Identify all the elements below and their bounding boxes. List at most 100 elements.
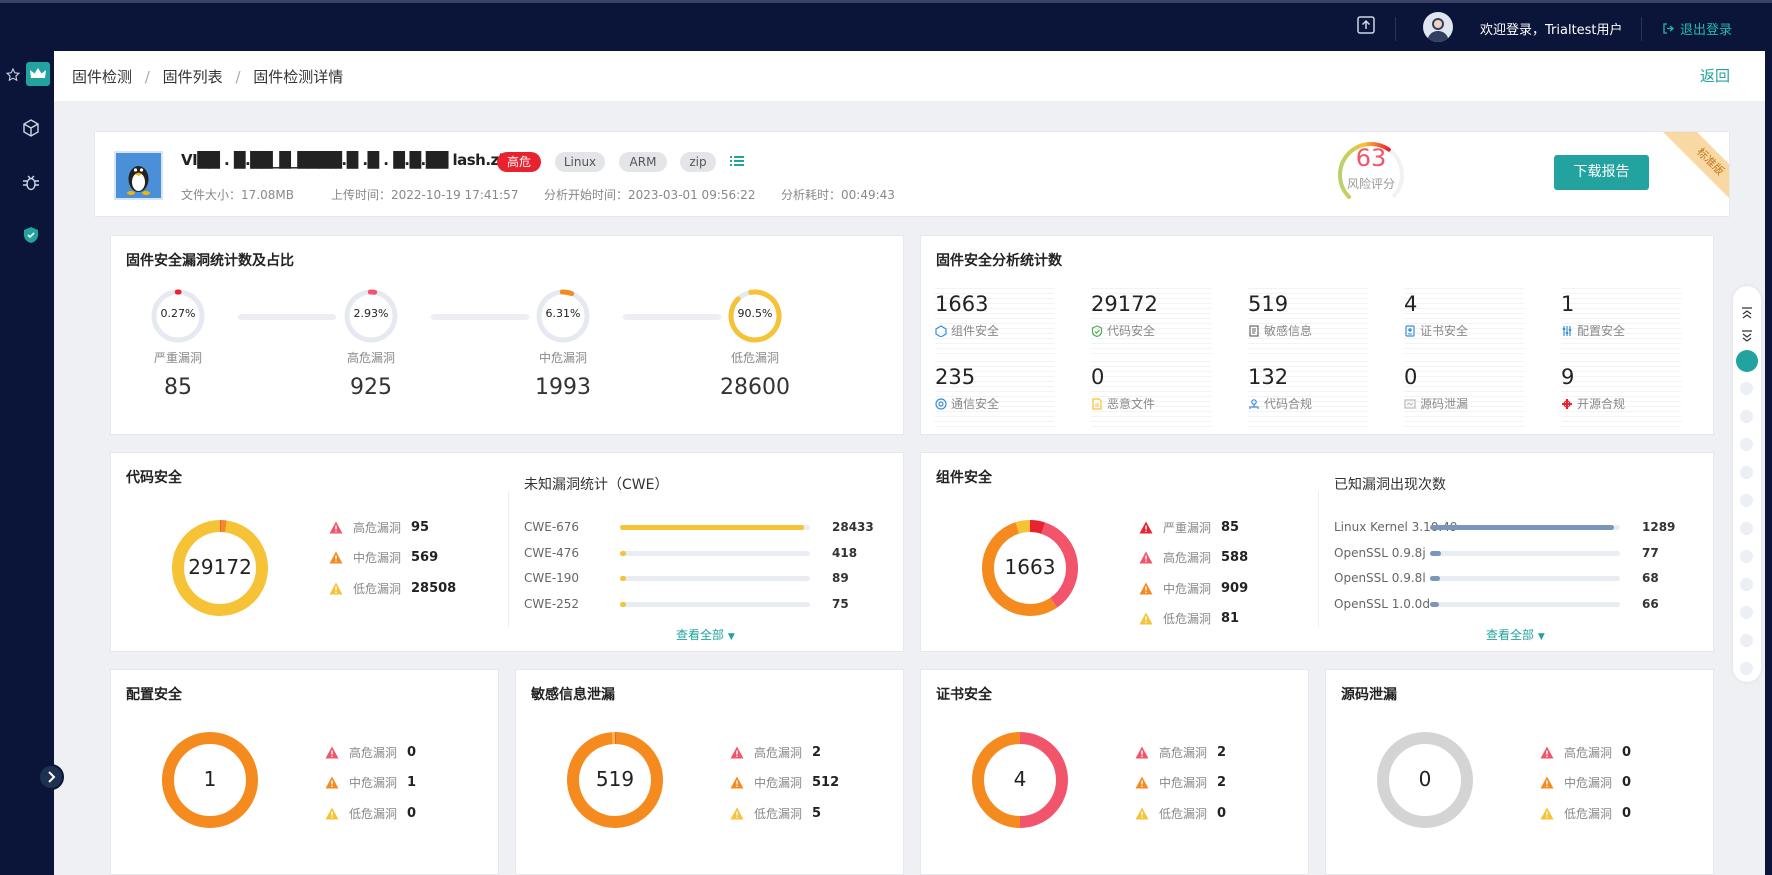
quick-nav-dot[interactable] <box>1740 410 1753 423</box>
quick-nav-panel <box>1733 286 1761 682</box>
quick-nav-dot[interactable] <box>1740 494 1753 507</box>
download-report-button[interactable]: 下载报告 <box>1554 155 1649 190</box>
stat-cell[interactable]: 1663 组件安全 <box>935 284 1055 354</box>
warning-triangle-icon <box>1135 746 1149 758</box>
quick-nav-dot[interactable] <box>1740 438 1753 451</box>
stat-cell[interactable]: 29172 代码安全 <box>1091 284 1211 354</box>
bar-track <box>1430 601 1620 607</box>
severity-value: 0 <box>1622 805 1632 821</box>
bar-value: 68 <box>1642 571 1659 585</box>
sensitive-info-title: 敏感信息泄漏 <box>531 687 615 703</box>
donut-total: 1 <box>203 767 217 791</box>
component-view-all-link[interactable]: 查看全部 ▼ <box>1486 626 1545 643</box>
back-link[interactable]: 返回 <box>1700 65 1730 86</box>
stat-cell[interactable]: 0 源码泄漏 <box>1404 357 1524 427</box>
severity-value: 909 <box>1221 580 1249 596</box>
bar-track <box>1430 525 1620 530</box>
cube-icon[interactable] <box>21 118 41 138</box>
bug-icon[interactable] <box>21 172 41 192</box>
quick-nav-dot[interactable] <box>1740 466 1753 479</box>
bar-value: 28433 <box>832 520 874 534</box>
severity-row: 低危漏洞 5 <box>730 803 821 823</box>
severity-value: 2 <box>1217 744 1227 760</box>
upload-icon[interactable] <box>1356 15 1376 35</box>
bar-track <box>1430 576 1620 581</box>
severity-value: 28508 <box>411 580 457 596</box>
bar-row: OpenSSL 0.9.8j 77 <box>1334 543 1704 563</box>
vuln-stats-card: 固件安全漏洞统计数及占比 0.27% 严重漏洞 85 2.93% 高危漏洞 925 6.31… <box>110 235 904 435</box>
stat-cell[interactable]: 0 恶意文件 <box>1091 357 1211 427</box>
stat-cell[interactable]: 9 开源合规 <box>1561 357 1681 427</box>
stat-label: 配置安全 <box>1561 322 1625 339</box>
warning-triangle-icon <box>329 551 343 564</box>
quick-nav-dot[interactable] <box>1740 634 1753 647</box>
breadcrumb-separator: / <box>235 68 241 86</box>
malicious-file-icon <box>1092 398 1102 410</box>
stat-label-text: 代码合规 <box>1264 397 1313 411</box>
quick-nav-dot[interactable] <box>1740 522 1753 535</box>
top-bar: 欢迎登录，Trialtest用户 退出登录 <box>0 0 1772 51</box>
stat-label: 通信安全 <box>935 395 999 412</box>
bar-fill <box>620 576 626 581</box>
bar-value: 418 <box>832 545 858 560</box>
severity-label: 中危漏洞 <box>353 551 402 565</box>
bar-row: CWE-252 75 <box>524 594 894 614</box>
severity-row: 高危漏洞 0 <box>325 742 416 762</box>
severity-label: 低危漏洞 <box>1564 806 1613 821</box>
severity-label: 中危漏洞 <box>1564 776 1613 790</box>
expand-icon[interactable] <box>38 764 64 790</box>
quick-nav-dot[interactable] <box>1736 350 1758 372</box>
breadcrumb-separator: / <box>144 68 150 86</box>
donut-total: 29172 <box>188 555 252 579</box>
quick-nav-dot[interactable] <box>1740 550 1753 563</box>
quick-nav-dot[interactable] <box>1740 382 1753 395</box>
stat-cell[interactable]: 1 配置安全 <box>1561 284 1681 354</box>
severity-row: 高危漏洞 95 <box>329 517 429 537</box>
star-icon[interactable] <box>6 68 20 82</box>
crown-logo-icon[interactable] <box>26 62 50 86</box>
bar-value: 66 <box>1642 596 1659 611</box>
stat-cell[interactable]: 519 敏感信息 <box>1248 284 1368 354</box>
quick-nav-dot[interactable] <box>1740 606 1753 619</box>
warning-triangle-icon <box>1139 612 1153 625</box>
warning-triangle-icon <box>325 746 339 758</box>
warning-triangle-icon <box>325 776 339 789</box>
stat-label-text: 通信安全 <box>951 397 1000 411</box>
breadcrumb-item-firmware-detection[interactable]: 固件检测 <box>72 68 132 86</box>
vuln-percent: 0.27% <box>160 307 196 320</box>
component-security-title: 组件安全 <box>936 470 992 486</box>
divider <box>1318 491 1319 627</box>
stat-cell[interactable]: 235 通信安全 <box>935 357 1055 427</box>
list-icon[interactable] <box>730 154 744 168</box>
collapse-down-icon[interactable] <box>1740 329 1754 343</box>
stat-label-text: 组件安全 <box>951 324 1000 338</box>
vuln-count: 85 <box>164 375 192 400</box>
stat-label: 恶意文件 <box>1091 395 1155 412</box>
risk-level-badge: 高危 <box>497 152 541 172</box>
code-view-all-link[interactable]: 查看全部 ▼ <box>676 626 735 643</box>
avatar[interactable] <box>1423 12 1453 42</box>
bar-track <box>620 576 810 581</box>
severity-label: 中危漏洞 <box>754 776 803 790</box>
warning-triangle-icon <box>1139 521 1153 533</box>
file-size: 文件大小：17.08MB <box>181 188 294 202</box>
quick-nav-dot[interactable] <box>1740 662 1753 675</box>
logout-button[interactable]: 退出登录 <box>1662 19 1732 38</box>
shield-icon[interactable] <box>21 225 41 245</box>
breadcrumb-item-firmware-list[interactable]: 固件列表 <box>163 68 223 86</box>
collapse-up-icon[interactable] <box>1740 306 1754 320</box>
stat-cell[interactable]: 132 代码合规 <box>1248 357 1368 427</box>
severity-row: 低危漏洞 28508 <box>329 578 456 598</box>
vuln-percent: 90.5% <box>737 307 773 320</box>
bar-fill <box>620 601 626 607</box>
stat-cell[interactable]: 4 证书安全 <box>1404 284 1524 354</box>
sidebar <box>0 51 64 875</box>
severity-label: 低危漏洞 <box>353 581 402 596</box>
config-security-title: 配置安全 <box>126 687 182 703</box>
bar-value: 89 <box>832 571 849 585</box>
warning-triangle-icon <box>325 807 339 819</box>
quick-nav-dot[interactable] <box>1740 578 1753 591</box>
vuln-level-label: 严重漏洞 <box>153 351 202 365</box>
component-icon <box>935 325 947 338</box>
severity-label: 高危漏洞 <box>349 745 398 760</box>
